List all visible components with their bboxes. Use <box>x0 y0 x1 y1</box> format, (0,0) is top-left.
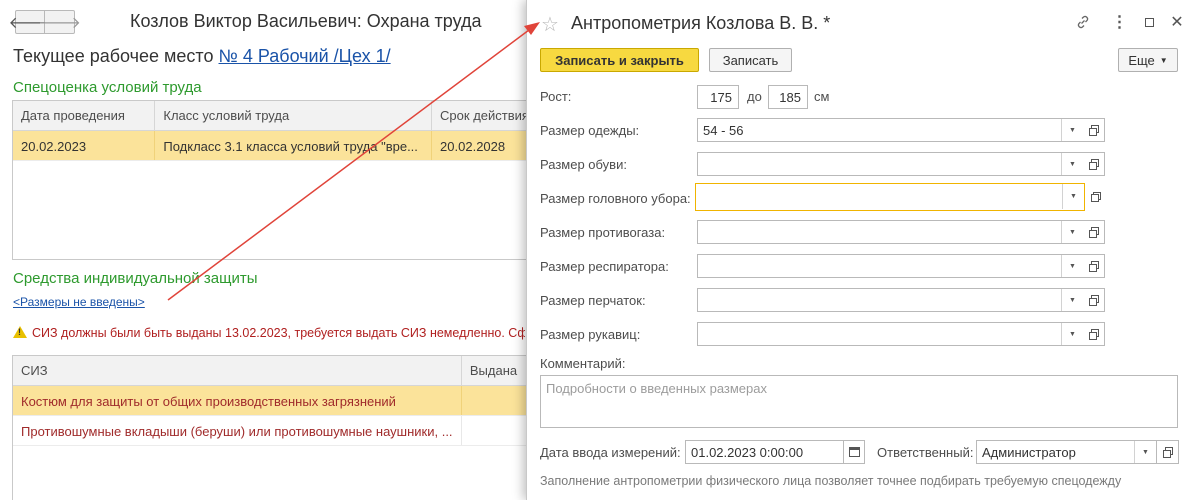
measurement-date-input[interactable]: 01.02.2023 0:00:00 <box>685 440 844 464</box>
headwear-size-select[interactable]: ▼ <box>695 183 1085 211</box>
open-icon[interactable] <box>1085 185 1107 209</box>
workplace-line: Текущее рабочее место № 4 Рабочий /Цех 1… <box>13 46 391 67</box>
open-icon[interactable] <box>1083 254 1105 278</box>
hint-text: Заполнение антропометрии физического лиц… <box>540 474 1122 488</box>
warning-text: СИЗ должны были быть выданы 13.02.2023, … <box>32 326 525 340</box>
open-icon[interactable] <box>1083 288 1105 312</box>
close-icon[interactable]: ✕ <box>1167 12 1187 32</box>
maximize-icon[interactable] <box>1139 12 1159 32</box>
open-icon[interactable] <box>1083 152 1105 176</box>
clothing-size-label: Размер одежды: <box>540 123 640 138</box>
chevron-down-icon[interactable]: ▼ <box>1061 221 1083 243</box>
gloves-size-select[interactable]: ▼ <box>697 288 1084 312</box>
height-to-input[interactable]: 185 <box>768 85 808 109</box>
mittens-size-label: Размер рукавиц: <box>540 327 641 342</box>
workplace-link[interactable]: № 4 Рабочий /Цех 1/ <box>219 46 391 66</box>
more-button[interactable]: Еще ▼ <box>1118 48 1178 72</box>
chevron-down-icon[interactable]: ▼ <box>1062 184 1084 209</box>
sout-section-title: Спецоценка условий труда <box>13 79 202 96</box>
warning-message: СИЗ должны были быть выданы 13.02.2023, … <box>13 325 525 340</box>
column-header[interactable]: Срок действия <box>432 101 531 130</box>
gasmask-size-label: Размер противогаза: <box>540 225 666 240</box>
column-header[interactable]: Дата проведения <box>13 101 156 130</box>
table-header: Дата проведения Класс условий труда Срок… <box>13 101 531 131</box>
chevron-down-icon[interactable]: ▼ <box>1134 441 1156 463</box>
column-header[interactable]: Выдана <box>462 356 531 385</box>
shoe-size-label: Размер обуви: <box>540 157 627 172</box>
workplace-label: Текущее рабочее место <box>13 46 214 66</box>
open-icon[interactable] <box>1083 322 1105 346</box>
sizes-not-entered-link[interactable]: <Размеры не введены> <box>13 295 145 309</box>
comment-label: Комментарий: <box>540 356 626 371</box>
chevron-down-icon[interactable]: ▼ <box>1061 289 1083 311</box>
gasmask-size-select[interactable]: ▼ <box>697 220 1084 244</box>
measurement-date-label: Дата ввода измерений: <box>540 445 681 460</box>
responsible-value: Администратор <box>982 444 1076 460</box>
save-and-close-button[interactable]: Записать и закрыть <box>540 48 699 72</box>
table-cell: 20.02.2028 <box>432 131 531 160</box>
table-cell: Противошумные вкладыши (беруши) или прот… <box>13 416 462 445</box>
open-icon[interactable] <box>1083 118 1105 142</box>
dialog-title: Антропометрия Козлова В. В. * <box>571 13 831 33</box>
chevron-down-icon: ▼ <box>1159 55 1168 65</box>
table-cell: Подкласс 3.1 класса условий труда "вре..… <box>155 131 433 160</box>
gloves-size-label: Размер перчаток: <box>540 293 646 308</box>
table-cell <box>462 416 531 445</box>
chevron-down-icon[interactable]: ▼ <box>1061 119 1083 141</box>
warning-icon <box>13 326 27 338</box>
responsible-select[interactable]: Администратор ▼ <box>976 440 1157 464</box>
height-to-label: до <box>747 89 762 104</box>
table-row[interactable]: Костюм для защиты от общих производствен… <box>13 386 531 416</box>
table-header: СИЗ Выдана <box>13 356 531 386</box>
responsible-label: Ответственный: <box>877 445 974 460</box>
table-row[interactable]: 20.02.2023 Подкласс 3.1 класса условий т… <box>13 131 531 161</box>
chevron-down-icon[interactable]: ▼ <box>1061 153 1083 175</box>
column-header[interactable]: СИЗ <box>13 356 462 385</box>
column-header[interactable]: Класс условий труда <box>155 101 433 130</box>
siz-section-title: Средства индивидуальной защиты <box>13 270 258 287</box>
height-label: Рост: <box>540 89 572 104</box>
chevron-down-icon[interactable]: ▼ <box>1061 323 1083 345</box>
clothing-size-value: 54 - 56 <box>703 122 744 138</box>
link-icon[interactable] <box>1073 12 1093 32</box>
height-from-input[interactable]: 175 <box>697 85 739 109</box>
star-icon[interactable]: ☆ <box>541 12 559 37</box>
table-cell <box>462 386 531 415</box>
calendar-icon[interactable] <box>843 440 865 464</box>
forward-arrow-icon[interactable]: 🡒 <box>38 10 81 34</box>
more-icon[interactable]: ⋮ <box>1109 12 1129 32</box>
more-button-label: Еще <box>1128 52 1155 68</box>
mittens-size-select[interactable]: ▼ <box>697 322 1084 346</box>
respirator-size-select[interactable]: ▼ <box>697 254 1084 278</box>
open-icon[interactable] <box>1157 440 1179 464</box>
table-cell: 20.02.2023 <box>13 131 156 160</box>
sout-table: Дата проведения Класс условий труда Срок… <box>12 100 532 260</box>
anthropometry-dialog: ☆ Антропометрия Козлова В. В. * ⋮ ✕ Запи… <box>526 0 1195 500</box>
table-row[interactable]: Противошумные вкладыши (беруши) или прот… <box>13 416 531 446</box>
clothing-size-select[interactable]: 54 - 56 ▼ <box>697 118 1084 142</box>
chevron-down-icon[interactable]: ▼ <box>1061 255 1083 277</box>
headwear-size-label: Размер головного убора: <box>540 191 691 206</box>
save-button[interactable]: Записать <box>709 48 792 72</box>
comment-textarea[interactable]: Подробности о введенных размерах <box>540 375 1178 428</box>
respirator-size-label: Размер респиратора: <box>540 259 669 274</box>
siz-table: СИЗ Выдана Костюм для защиты от общих пр… <box>12 355 532 500</box>
table-cell: Костюм для защиты от общих производствен… <box>13 386 462 415</box>
page-title: Козлов Виктор Васильевич: Охрана труда <box>130 11 482 31</box>
height-unit-label: см <box>814 89 830 104</box>
open-icon[interactable] <box>1083 220 1105 244</box>
shoe-size-select[interactable]: ▼ <box>697 152 1084 176</box>
